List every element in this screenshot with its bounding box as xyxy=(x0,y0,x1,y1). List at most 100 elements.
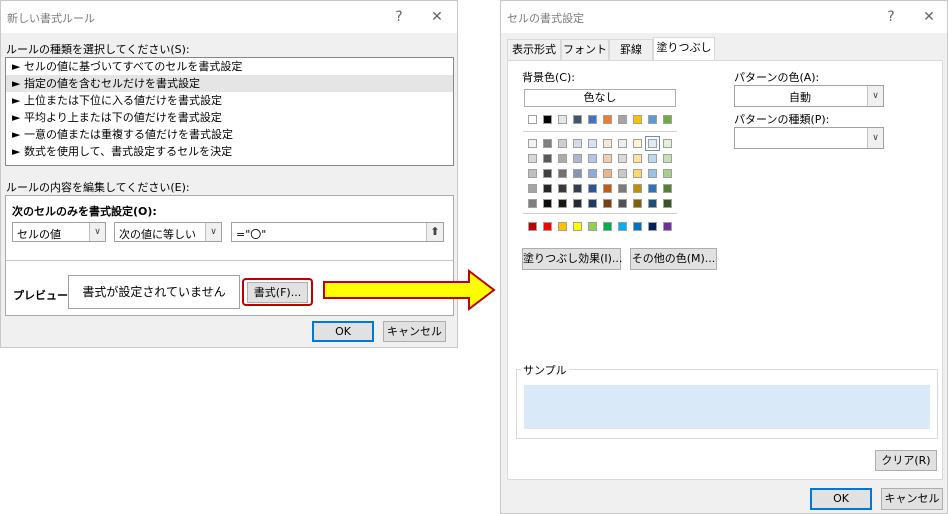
standard-color-swatch[interactable] xyxy=(588,222,597,231)
close-icon[interactable]: ✕ xyxy=(426,7,448,27)
standard-color-swatch[interactable] xyxy=(663,222,672,231)
standard-color-swatch[interactable] xyxy=(648,222,657,231)
theme-tint-swatch[interactable] xyxy=(528,139,537,148)
theme-tint-swatch[interactable] xyxy=(648,199,657,208)
rule-type-item[interactable]: ► 平均より上または下の値だけを書式設定 xyxy=(6,109,453,126)
close-icon[interactable]: ✕ xyxy=(918,7,940,27)
theme-tint-swatch[interactable] xyxy=(603,184,612,193)
ok-button[interactable]: OK xyxy=(810,488,872,510)
theme-tint-swatch[interactable] xyxy=(573,169,582,178)
theme-tint-swatch[interactable] xyxy=(648,184,657,193)
theme-tint-swatch[interactable] xyxy=(603,154,612,163)
more-colors-button[interactable]: その他の色(M)... xyxy=(630,248,717,270)
rule-type-item[interactable]: ► セルの値に基づいてすべてのセルを書式設定 xyxy=(6,58,453,75)
help-icon[interactable]: ? xyxy=(388,7,410,27)
chevron-down-icon: ∨ xyxy=(205,223,221,241)
theme-tint-swatch[interactable] xyxy=(633,199,642,208)
theme-color-swatch[interactable] xyxy=(543,115,552,124)
fill-effects-button[interactable]: 塗りつぶし効果(I)... xyxy=(522,248,622,270)
theme-tint-swatch[interactable] xyxy=(528,184,537,193)
theme-color-swatch[interactable] xyxy=(648,115,657,124)
theme-tint-swatch[interactable] xyxy=(618,199,627,208)
theme-tint-swatch[interactable] xyxy=(663,139,672,148)
cancel-button[interactable]: キャンセル xyxy=(881,488,943,510)
theme-tint-swatch[interactable] xyxy=(648,154,657,163)
help-icon[interactable]: ? xyxy=(880,7,902,27)
theme-tint-swatch[interactable] xyxy=(573,139,582,148)
tab-fill[interactable]: 塗りつぶし xyxy=(653,37,715,61)
theme-tint-swatch[interactable] xyxy=(528,154,537,163)
theme-tint-swatch[interactable] xyxy=(588,184,597,193)
theme-tint-swatch[interactable] xyxy=(603,139,612,148)
theme-color-swatch[interactable] xyxy=(618,115,627,124)
theme-color-swatch[interactable] xyxy=(663,115,672,124)
theme-tint-swatch[interactable] xyxy=(558,139,567,148)
pattern-color-combo[interactable]: 自動 ∨ xyxy=(734,85,884,107)
theme-tint-swatch[interactable] xyxy=(573,199,582,208)
ok-button[interactable]: OK xyxy=(312,321,374,342)
pattern-style-combo[interactable]: ∨ xyxy=(734,127,884,149)
theme-tint-swatch[interactable] xyxy=(633,169,642,178)
theme-tint-swatch[interactable] xyxy=(528,199,537,208)
theme-tint-swatch[interactable] xyxy=(543,184,552,193)
theme-tint-swatch[interactable] xyxy=(543,154,552,163)
theme-tint-swatch[interactable] xyxy=(618,154,627,163)
theme-tint-swatch[interactable] xyxy=(543,139,552,148)
format-button[interactable]: 書式(F)... xyxy=(247,282,308,303)
theme-tint-swatch[interactable] xyxy=(648,169,657,178)
theme-tint-swatch[interactable] xyxy=(618,139,627,148)
theme-tint-swatch[interactable] xyxy=(663,154,672,163)
standard-color-swatch[interactable] xyxy=(633,222,642,231)
theme-tint-swatch[interactable] xyxy=(633,139,642,148)
standard-color-swatch[interactable] xyxy=(573,222,582,231)
theme-color-swatch[interactable] xyxy=(588,115,597,124)
theme-color-swatch[interactable] xyxy=(603,115,612,124)
theme-tint-swatch[interactable] xyxy=(663,184,672,193)
condition-field-combo[interactable]: セルの値 ∨ xyxy=(12,222,106,242)
tab-font[interactable]: フォント xyxy=(561,39,609,60)
theme-tint-swatch[interactable] xyxy=(573,154,582,163)
no-color-button[interactable]: 色なし xyxy=(524,89,676,107)
collapse-dialog-icon[interactable]: ⬆ xyxy=(426,223,443,241)
theme-tint-swatch[interactable] xyxy=(558,154,567,163)
theme-tint-swatch[interactable] xyxy=(603,169,612,178)
rule-type-item[interactable]: ► 数式を使用して、書式設定するセルを決定 xyxy=(6,143,453,160)
rule-type-item[interactable]: ► 上位または下位に入る値だけを書式設定 xyxy=(6,92,453,109)
rule-type-item[interactable]: ► 指定の値を含むセルだけを書式設定 xyxy=(6,75,453,92)
theme-tint-swatch[interactable] xyxy=(618,184,627,193)
theme-tint-swatch[interactable] xyxy=(558,199,567,208)
tab-border[interactable]: 罫線 xyxy=(609,39,653,60)
standard-color-swatch[interactable] xyxy=(543,222,552,231)
theme-tint-swatch[interactable] xyxy=(618,169,627,178)
theme-tint-swatch[interactable] xyxy=(573,184,582,193)
theme-tint-swatch[interactable] xyxy=(588,199,597,208)
cancel-button[interactable]: キャンセル xyxy=(383,321,446,342)
theme-tint-swatch[interactable] xyxy=(633,184,642,193)
theme-color-swatch[interactable] xyxy=(558,115,567,124)
theme-tint-swatch[interactable] xyxy=(588,139,597,148)
theme-tint-swatch[interactable] xyxy=(558,184,567,193)
theme-tint-swatch[interactable] xyxy=(663,169,672,178)
theme-tint-swatch[interactable] xyxy=(543,199,552,208)
standard-color-swatch[interactable] xyxy=(618,222,627,231)
theme-tint-swatch[interactable] xyxy=(588,154,597,163)
theme-color-swatch[interactable] xyxy=(573,115,582,124)
theme-tint-swatch[interactable] xyxy=(543,169,552,178)
standard-color-swatch[interactable] xyxy=(603,222,612,231)
theme-tint-swatch[interactable] xyxy=(588,169,597,178)
standard-color-swatch[interactable] xyxy=(558,222,567,231)
theme-tint-swatch[interactable] xyxy=(603,199,612,208)
theme-tint-swatch[interactable] xyxy=(558,169,567,178)
theme-color-swatch[interactable] xyxy=(528,115,537,124)
theme-tint-swatch[interactable] xyxy=(528,169,537,178)
rule-type-item[interactable]: ► 一意の値または重複する値だけを書式設定 xyxy=(6,126,453,143)
theme-tint-swatch[interactable] xyxy=(633,154,642,163)
clear-button[interactable]: クリア(R) xyxy=(875,450,937,471)
theme-color-swatch[interactable] xyxy=(633,115,642,124)
value-input[interactable]: ="〇" ⬆ xyxy=(231,222,444,242)
operator-combo[interactable]: 次の値に等しい ∨ xyxy=(114,222,222,242)
tab-number-format[interactable]: 表示形式 xyxy=(507,39,561,60)
standard-color-swatch[interactable] xyxy=(528,222,537,231)
rule-type-list[interactable]: ► セルの値に基づいてすべてのセルを書式設定 ► 指定の値を含むセルだけを書式設定… xyxy=(5,57,454,166)
theme-tint-swatch[interactable] xyxy=(663,199,672,208)
